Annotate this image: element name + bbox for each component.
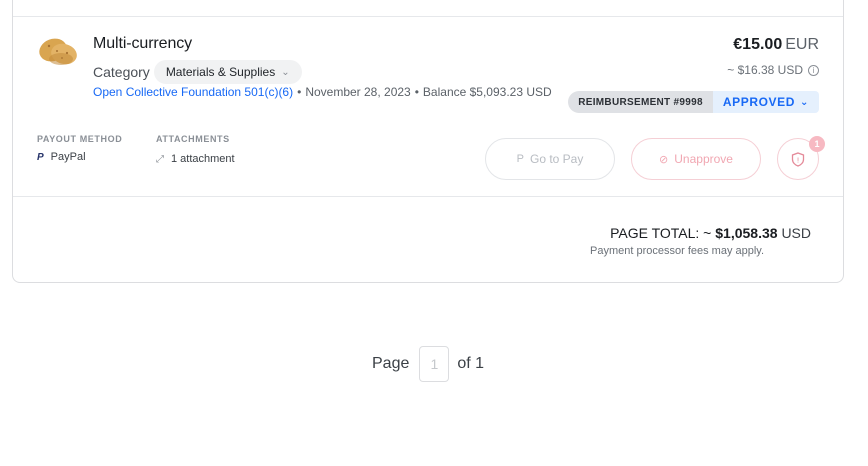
fees-note: Payment processor fees may apply. <box>590 245 765 257</box>
converted-value: ~ $16.38 USD <box>727 63 803 77</box>
shield-icon: ! <box>791 151 805 167</box>
page-of-label: of 1 <box>457 355 485 372</box>
separator-dot: • <box>297 85 302 99</box>
status-label: APPROVED <box>722 95 796 109</box>
paypal-icon: P <box>37 151 44 163</box>
attachments-value: 1 attachment <box>171 153 235 165</box>
unapprove-label: Unapprove <box>674 152 733 166</box>
category-select[interactable]: Materials & Supplies ⌄ <box>153 60 302 84</box>
expense-card: Multi-currency Category Materials & Supp… <box>12 0 844 283</box>
go-to-pay-button[interactable]: P Go to Pay <box>485 138 615 180</box>
page-total-label: PAGE TOTAL: ~ <box>610 225 712 241</box>
host-link[interactable]: Open Collective Foundation 501(c)(6) <box>93 85 293 99</box>
converted-amount: ~ $16.38 USD i <box>727 63 819 77</box>
payout-method-label: PAYOUT METHOD <box>37 134 123 144</box>
balance: Balance $5,093.23 USD <box>422 85 552 99</box>
pagination: Page 1 of 1 <box>372 346 484 382</box>
expense-date: November 28, 2023 <box>305 85 411 99</box>
category-label: Category <box>93 64 150 80</box>
status-badge[interactable]: APPROVED ⌄ <box>712 91 819 113</box>
page-number-input[interactable]: 1 <box>419 346 450 382</box>
attachments-link[interactable]: ⤢ 1 attachment <box>156 153 235 165</box>
potato-avatar-icon[interactable] <box>37 31 79 71</box>
paypal-pay-icon: P <box>516 153 524 165</box>
page-total-amount: $1,058.38 <box>715 225 778 241</box>
expense-amount: €15.00 EUR <box>733 36 819 54</box>
attachments-label: ATTACHMENTS <box>156 134 230 144</box>
amount-value: €15.00 <box>733 36 783 53</box>
expense-meta: Open Collective Foundation 501(c)(6) • Nov… <box>93 85 552 99</box>
chevron-down-icon: ⌄ <box>800 96 809 108</box>
reference-badge: REIMBURSEMENT #9998 <box>568 91 713 113</box>
category-value: Materials & Supplies <box>165 65 276 79</box>
security-count-badge: 1 <box>809 136 825 152</box>
amount-currency: EUR <box>785 36 819 53</box>
payout-method: P PayPal <box>37 151 86 163</box>
page-total: PAGE TOTAL: ~ $1,058.38 USD <box>610 225 811 241</box>
page-label: Page <box>372 355 410 372</box>
unapprove-button[interactable]: ⊘ Unapprove <box>631 138 761 180</box>
separator-dot: • <box>414 85 419 99</box>
page-total-currency: USD <box>781 225 811 241</box>
payout-method-value: PayPal <box>50 151 86 163</box>
chevron-down-icon: ⌄ <box>281 66 290 78</box>
info-icon[interactable]: i <box>808 64 819 76</box>
svg-text:!: ! <box>797 156 800 164</box>
top-divider <box>13 16 843 17</box>
category-row: Category Materials & Supplies ⌄ <box>93 60 302 84</box>
go-to-pay-label: Go to Pay <box>529 152 584 166</box>
status-badges: REIMBURSEMENT #9998 APPROVED ⌄ <box>568 91 819 113</box>
middle-divider <box>13 196 843 197</box>
expand-icon: ⤢ <box>156 153 164 165</box>
ban-icon: ⊘ <box>659 153 669 166</box>
expense-title[interactable]: Multi-currency <box>93 35 192 53</box>
